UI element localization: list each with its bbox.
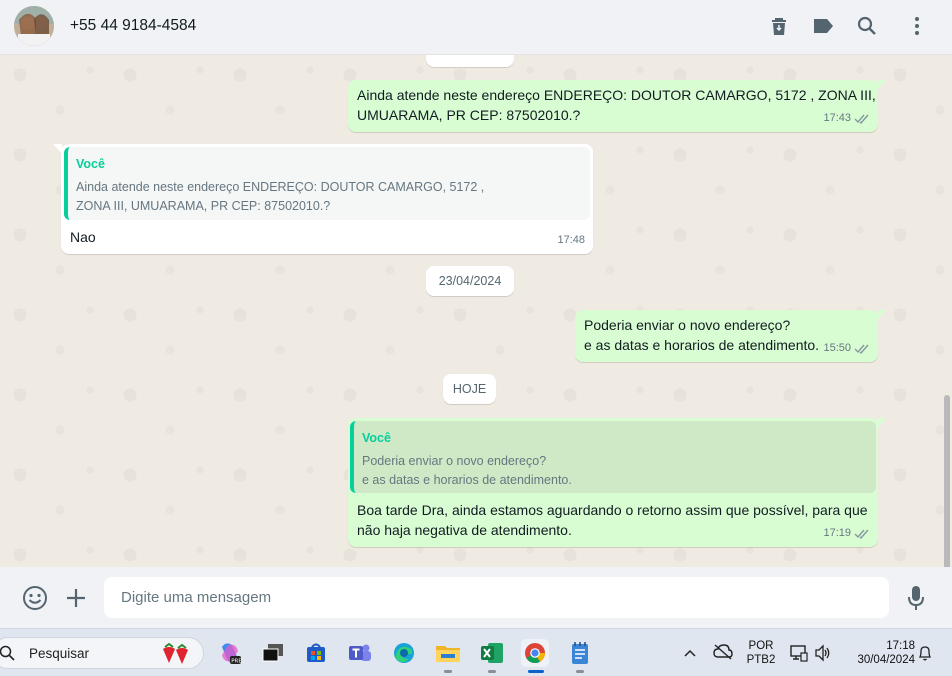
clock[interactable]: 17:18 30/04/2024 xyxy=(843,639,915,667)
delete-icon[interactable] xyxy=(767,14,791,38)
quoted-message[interactable]: Você Ainda atende neste endereço ENDEREÇ… xyxy=(64,147,590,220)
quote-text-line1: Ainda atende neste endereço ENDEREÇO: DO… xyxy=(76,179,485,194)
clock-time: 17:18 xyxy=(886,640,915,652)
chrome-icon[interactable] xyxy=(521,639,549,667)
message-meta: 17:48 xyxy=(557,233,585,246)
windows-taskbar: Pesquisar PRE POR PTB2 17:18 30/04/2024 xyxy=(0,628,952,676)
teams-icon[interactable] xyxy=(346,639,374,667)
copilot-icon[interactable]: PRE xyxy=(216,639,244,667)
quote-author: Você xyxy=(362,431,391,445)
search-label: Pesquisar xyxy=(29,645,90,661)
message-input[interactable]: Digite uma mensagem xyxy=(104,577,889,618)
running-indicator xyxy=(488,670,496,673)
message-text: Nao xyxy=(70,229,96,245)
date-separator: HOJE xyxy=(443,374,496,404)
message-text: Boa tarde Dra, ainda estamos aguardando … xyxy=(357,502,868,538)
message-text: Poderia enviar o novo endereço? e as dat… xyxy=(584,317,820,353)
double-check-icon xyxy=(854,344,869,354)
taskbar-search[interactable]: Pesquisar xyxy=(0,637,204,669)
cloud-offline-icon[interactable] xyxy=(713,643,733,666)
double-check-icon xyxy=(854,114,869,124)
chat-area[interactable]: Ainda atende neste endereço ENDEREÇO: DO… xyxy=(0,55,952,567)
attach-plus-icon[interactable] xyxy=(66,588,86,613)
file-explorer-icon[interactable] xyxy=(434,639,462,667)
active-indicator xyxy=(528,670,544,673)
avatar[interactable] xyxy=(14,6,54,46)
notification-bell-icon[interactable] xyxy=(918,645,932,666)
date-pill-partial xyxy=(426,55,514,67)
task-view-icon[interactable] xyxy=(259,639,287,667)
menu-icon[interactable] xyxy=(905,14,929,38)
date-separator: 23/04/2024 xyxy=(426,266,514,296)
message-incoming[interactable]: Você Ainda atende neste endereço ENDEREÇ… xyxy=(53,144,593,254)
volume-icon[interactable] xyxy=(814,644,832,667)
quote-author: Você xyxy=(76,157,105,171)
svg-text:PRE: PRE xyxy=(231,659,242,665)
message-meta: 17:19 xyxy=(823,524,870,544)
message-meta: 17:43 xyxy=(823,109,870,129)
quote-text-line2: ZONA III, UMUARAMA, PR CEP: 87502010.? xyxy=(76,199,331,213)
chat-header: +55 44 9184-4584 xyxy=(0,0,952,55)
store-icon[interactable] xyxy=(302,639,330,667)
emoji-icon[interactable] xyxy=(22,585,48,616)
contact-name[interactable]: +55 44 9184-4584 xyxy=(70,17,196,35)
notepad-icon[interactable] xyxy=(566,639,594,667)
strawberry-icon xyxy=(159,642,193,668)
label-icon[interactable] xyxy=(811,14,835,38)
message-outgoing[interactable]: Poderia enviar o novo endereço? e as dat… xyxy=(575,310,886,362)
chevron-up-icon[interactable] xyxy=(684,645,696,663)
quoted-message[interactable]: Você Poderia enviar o novo endereço? e a… xyxy=(350,421,876,493)
language-indicator[interactable]: POR PTB2 xyxy=(741,639,781,667)
message-outgoing[interactable]: Você Poderia enviar o novo endereço? e a… xyxy=(348,418,886,547)
message-outgoing[interactable]: Ainda atende neste endereço ENDEREÇO: DO… xyxy=(348,80,886,132)
message-meta: 15:50 xyxy=(823,339,870,359)
network-icon[interactable] xyxy=(790,644,808,667)
double-check-icon xyxy=(854,529,869,539)
running-indicator xyxy=(444,670,452,673)
edge-icon[interactable] xyxy=(390,639,418,667)
microphone-icon[interactable] xyxy=(907,585,925,616)
search-icon xyxy=(0,645,15,661)
search-icon[interactable] xyxy=(855,14,879,38)
running-indicator xyxy=(576,670,584,673)
quote-text-line2: e as datas e horarios de atendimento. xyxy=(362,473,572,487)
quote-text-line1: Poderia enviar o novo endereço? xyxy=(362,453,547,468)
message-composer: Digite uma mensagem xyxy=(0,567,952,628)
excel-icon[interactable] xyxy=(478,639,506,667)
chat-scrollbar[interactable] xyxy=(944,395,950,567)
message-text: Ainda atende neste endereço ENDEREÇO: DO… xyxy=(357,87,876,123)
clock-date: 30/04/2024 xyxy=(857,654,915,666)
